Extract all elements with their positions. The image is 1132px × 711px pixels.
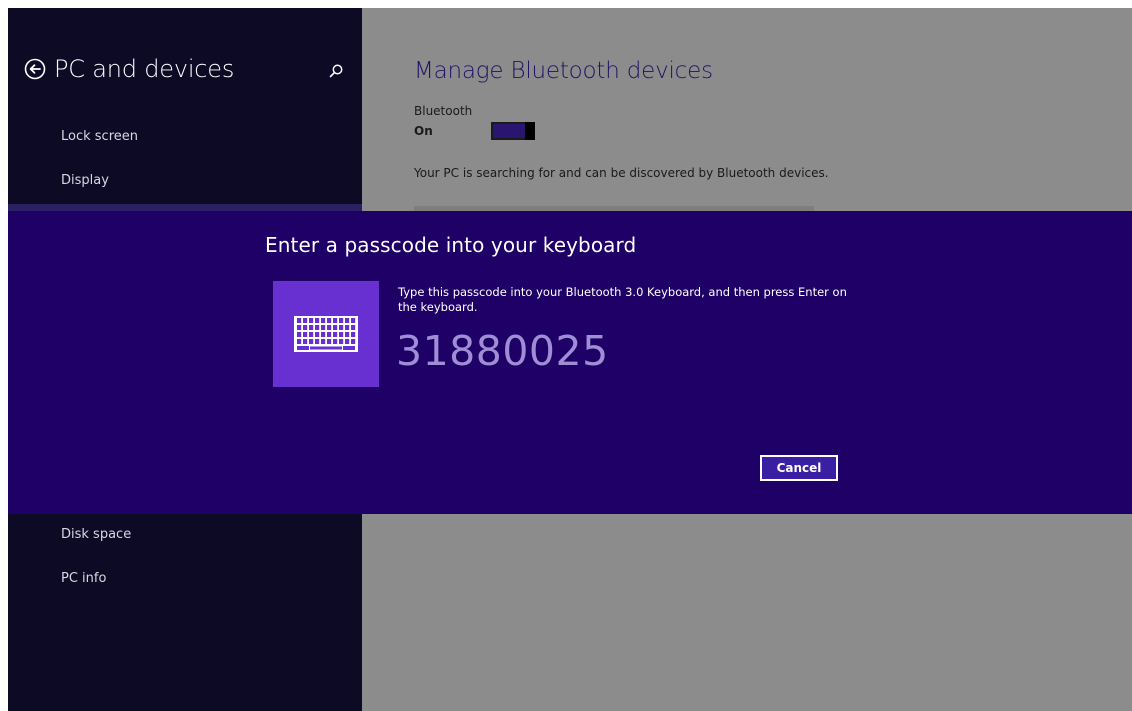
nav-title: PC and devices bbox=[54, 55, 235, 83]
search-icon[interactable] bbox=[328, 63, 344, 79]
bluetooth-state: On bbox=[414, 124, 433, 138]
passcode-dialog: Enter a passcode into your keyboard Type… bbox=[8, 211, 1132, 514]
nav-item-disk-space[interactable]: Disk space bbox=[61, 527, 131, 542]
page-title: Manage Bluetooth devices bbox=[414, 58, 713, 84]
nav-item-display[interactable]: Display bbox=[61, 173, 109, 188]
screen: PC and devices Lock screen Display Disk … bbox=[8, 8, 1132, 711]
toggle-track bbox=[491, 122, 529, 140]
searching-status-text: Your PC is searching for and can be disc… bbox=[414, 166, 829, 180]
keyboard-tile bbox=[273, 281, 379, 387]
bluetooth-toggle[interactable] bbox=[491, 122, 535, 140]
back-arrow-icon[interactable] bbox=[24, 58, 46, 80]
nav-item-lock-screen[interactable]: Lock screen bbox=[61, 129, 138, 144]
dialog-instruction: Type this passcode into your Bluetooth 3… bbox=[398, 285, 847, 314]
bluetooth-label: Bluetooth bbox=[414, 104, 473, 118]
toggle-thumb bbox=[525, 122, 535, 140]
dialog-title: Enter a passcode into your keyboard bbox=[265, 233, 637, 257]
nav-item-pc-info[interactable]: PC info bbox=[61, 571, 106, 586]
cancel-button[interactable]: Cancel bbox=[760, 455, 838, 481]
nav-header: PC and devices bbox=[24, 55, 234, 83]
keyboard-icon bbox=[294, 316, 358, 352]
passcode-value: 31880025 bbox=[396, 327, 609, 375]
